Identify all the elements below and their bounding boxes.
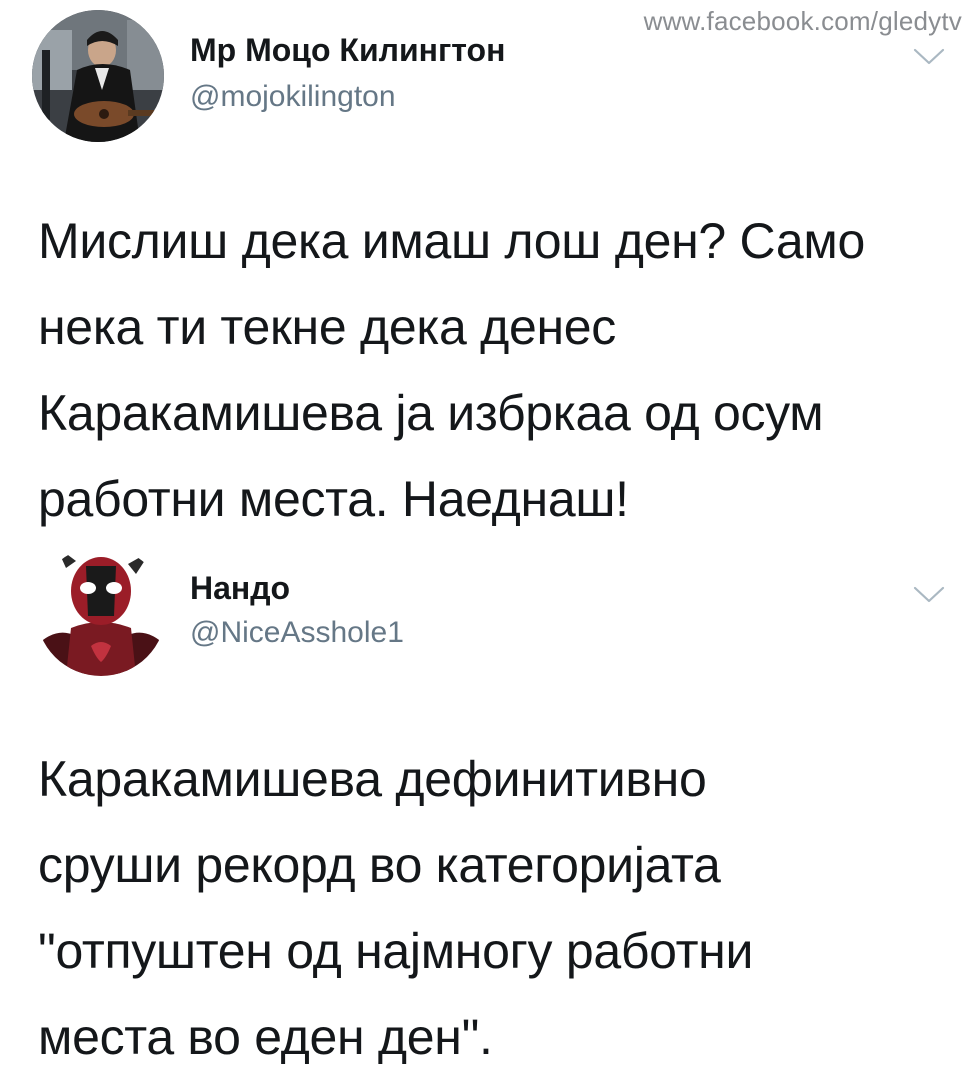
avatar[interactable] <box>32 10 164 142</box>
chevron-down-icon[interactable] <box>912 584 946 606</box>
handle[interactable]: @mojokilington <box>190 80 396 114</box>
deadpool-avatar <box>36 546 166 676</box>
display-name[interactable]: Мр Моцо Килингтон <box>190 32 505 69</box>
tweet-text: Каракамишева дефинитивно сруши рекорд во… <box>38 751 754 1065</box>
tweet: Нандо @NiceAsshole1 Каракамишева дефинит… <box>0 540 980 1078</box>
handle[interactable]: @NiceAsshole1 <box>190 616 404 650</box>
musician-photo-avatar <box>32 10 164 142</box>
tweet: Мр Моцо Килингтон @mojokilington Мислиш … <box>0 0 980 540</box>
avatar[interactable] <box>36 546 166 676</box>
tweet-text: Мислиш дека имаш лош ден? Само нека ти т… <box>38 213 865 527</box>
screenshot-page: www.facebook.com/gledytv Мр Моцо Килингт… <box>0 0 980 1078</box>
display-name[interactable]: Нандо <box>190 570 290 607</box>
chevron-down-icon[interactable] <box>912 46 946 68</box>
